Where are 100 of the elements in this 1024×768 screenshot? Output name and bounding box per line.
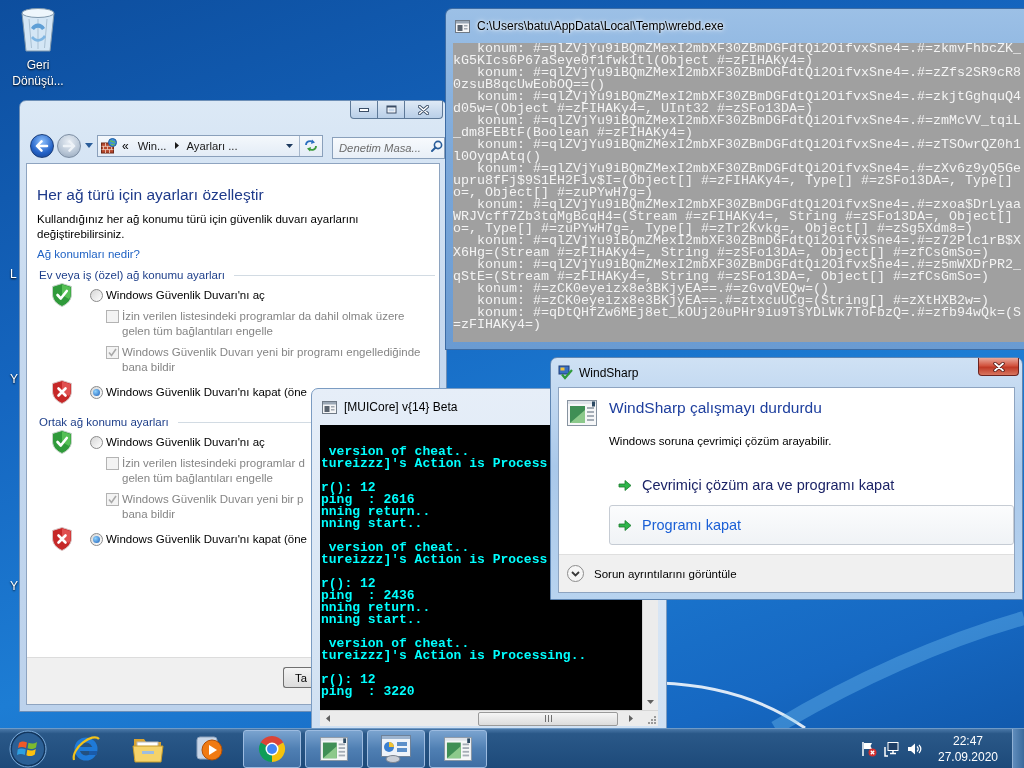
radio-button[interactable]	[90, 288, 103, 302]
console-line: nning return..	[321, 506, 431, 518]
console-line: tureizzz]'s Action is Process	[321, 458, 548, 470]
taskbar-button[interactable]	[305, 729, 363, 768]
chart-window-icon	[381, 734, 411, 763]
console-line: ping : 3220	[321, 686, 415, 698]
breadcrumb-overflow[interactable]: «	[122, 138, 129, 153]
option-label: Windows Güvenlik Duvarı'nı kapat (öne	[106, 384, 307, 400]
console-line: konum: #=zCK0eyeizx8e3BKjyEA==.#=ztxcuUCg=(String[] #=zXtHXB2w=)	[477, 295, 989, 307]
console-line: o=, Object[] #=zuPYwH7g=)	[453, 187, 653, 199]
option-label: Windows Güvenlik Duvarı'nı aç	[106, 434, 265, 450]
console-line: konum: #=qlZVjYu9iBQmZMexI2mbXF30ZBmDGFdtQi2OifvxSne4=.#=zkjtGghquQ4	[477, 91, 1021, 103]
desktop-icon-label: L	[10, 266, 17, 282]
resize-grip-icon[interactable]	[647, 715, 656, 724]
horizontal-scrollbar[interactable]	[320, 710, 642, 726]
help-link[interactable]: Ağ konumları nedir?	[37, 247, 140, 262]
left-arrow-icon[interactable]	[326, 715, 330, 722]
taskbar-button[interactable]	[367, 729, 425, 768]
right-arrow-icon[interactable]	[629, 715, 633, 722]
console-line: 0zsuB8qcUwEobOQ==()	[453, 79, 605, 91]
down-arrow-icon[interactable]	[647, 700, 654, 704]
taskbar-button[interactable]	[429, 729, 487, 768]
dialog-message: Windows soruna çevrimiçi çözüm arayabilir.	[609, 434, 833, 448]
window-title: [MUICore] v{14} Beta	[344, 399, 458, 415]
close-button[interactable]	[978, 358, 1019, 376]
maximize-icon	[385, 105, 397, 114]
console-line: version of cheat..	[328, 446, 470, 458]
back-button[interactable]	[30, 133, 54, 158]
search-field[interactable]: Denetim Masa...	[332, 136, 445, 159]
console-line: l0OyqpAtq()	[453, 151, 541, 163]
footer-button[interactable]: Ta	[283, 667, 311, 688]
refresh-arrows-icon	[304, 139, 318, 152]
console-line: version of cheat..	[328, 638, 470, 650]
close-button[interactable]	[405, 101, 443, 119]
minimize-icon	[359, 107, 369, 112]
console-line: _dm8FEBtF(Boolean #=zFIHAKy4=)	[453, 127, 693, 139]
radio-button[interactable]	[90, 532, 103, 546]
dropdown-caret-icon	[84, 143, 93, 148]
console-line: =zFIHAKy4=)	[453, 319, 541, 331]
minimize-button[interactable]	[350, 101, 378, 119]
console-line: upru8fFj$9S1EH2Fiv$I=(Object[] #=zFIHAKy4=, Type[] #=zSFo13DA=, Type[]	[453, 175, 1013, 187]
maximize-button[interactable]	[378, 101, 405, 119]
right-arrow-icon	[62, 139, 76, 152]
address-bar[interactable]: « Win... Ayarları ...	[97, 134, 323, 157]
arrow-right-icon	[618, 478, 632, 492]
console-line: ping : 2436	[321, 590, 415, 602]
speaker-icon[interactable]	[907, 741, 922, 756]
console-line: konum: #=qlZVjYu9iBQmZMexI2mbXF30ZBmDGFdtQi2OifvxSne4=.#=zmMcVV_tqiL	[477, 115, 1021, 127]
window-icon	[455, 19, 470, 33]
clock-date[interactable]: 27.09.2020	[937, 748, 999, 765]
option-label: Windows Güvenlik Duvarı yeni bir p bana bildir	[122, 492, 304, 522]
close-icon	[418, 104, 429, 115]
console-line: konum: #=qlZVjYu9iBQmZMexI2mbXF30ZBmDGFdtQi2OifvxSne4=.#=z72Plc1rB$X	[477, 235, 1021, 247]
console-line: r(): 12	[321, 578, 376, 590]
round-logo-icon	[257, 733, 287, 764]
console-line: konum: #=qlZVjYu9iBQmZMexI2mbXF30ZBmDGFdtQi2OifvxSne4=.#=zXv6z9yQ5Ge	[477, 163, 1021, 175]
console-line: konum: #=qlZVjYu9iBQmZMexI2mbXF30ZBmDGFdtQi2OifvxSne4=.#=z5mWXDrPR2_	[477, 259, 1021, 271]
console-line: konum: #=qlZVjYu9iBQmZMexI2mbXF30ZBmDGFdtQi2OifvxSne4=.#=zkmvFhbcZK_	[477, 43, 1021, 55]
flag-orb-icon	[9, 729, 47, 768]
console-line: d05w=(Object #=zFIHAKy4=, UInt32 #=zSFo13DA=)	[453, 103, 813, 115]
console-line: X6Hg=(Stream #=zFIHAKy4=, String #=zSFo13DA=, Object[] #=zfCsGmSo=)	[453, 247, 989, 259]
option-label: İzin verilen listesindeki programlar d gelen tüm bağlantıları engelle	[122, 456, 305, 486]
console-line: konum: #=qlZVjYu9iBQmZMexI2mbXF30ZBmDGFdtQi2OifvxSne4=.#=zxoa$DrLyaa	[477, 199, 1021, 211]
clock-time[interactable]: 22:47	[953, 732, 983, 749]
dropdown-caret-icon	[285, 143, 293, 148]
breadcrumb[interactable]: Ayarları ...	[186, 138, 238, 153]
console-line: version of cheat..	[328, 542, 470, 554]
console-line: tureizzz]'s Action is Processing..	[321, 650, 587, 662]
section-title: Ortak ağ konumu ayarları	[39, 415, 169, 429]
command-link[interactable]: Çevrimiçi çözüm ara ve programı kapat	[609, 465, 1014, 505]
flag-x-icon[interactable]	[861, 740, 877, 757]
dialog-title: WindSharp	[579, 364, 639, 381]
console-line: o=, Type[] #=zuPYwH7g=, Type[] #=zTr2Kvkg=, Object[] #=zSg5Xdm8=)	[453, 223, 973, 235]
radio-button[interactable]	[90, 435, 103, 449]
details-toggle[interactable]: Sorun ayrıntılarını görüntüle	[567, 565, 737, 582]
taskbar-button[interactable]	[243, 729, 301, 768]
console-line: r(): 12	[321, 674, 376, 686]
checkmark-icon	[108, 495, 117, 504]
radio-button[interactable]	[90, 385, 103, 399]
option-label: Windows Güvenlik Duvarı'nı aç	[106, 287, 265, 303]
left-arrow-icon	[35, 139, 49, 152]
console-line: konum: #=qlZVjYu9iBQmZMexI2mbXF30ZBmDGFdtQi2OifvxSne4=.#=zZfs2SR9cR8	[477, 67, 1021, 79]
app-window-icon	[567, 400, 597, 426]
option-label: Windows Güvenlik Duvarı'nı kapat (öne	[106, 531, 307, 547]
breadcrumb[interactable]: Win...	[137, 138, 167, 153]
search-icon[interactable]	[431, 139, 443, 152]
option-label: Windows Güvenlik Duvarı yeni bir programı engellediğinde bana bildir	[122, 345, 421, 375]
network-icon[interactable]	[884, 740, 900, 757]
console-line: ping : 2616	[321, 494, 415, 506]
console-line: r(): 12	[321, 482, 376, 494]
console-line: WRJVcff7Zb3tqMgBcqH4=(Stream #=zFIHAKy4=, String #=zSFo13DA=, Object[]	[453, 211, 1013, 223]
scrollbar-thumb[interactable]	[478, 711, 618, 726]
console-line: konum: #=qlZVjYu9iBQmZMexI2mbXF30ZBmDGFdtQi2OifvxSne4=.#=zTSOwrQZ0h1	[477, 139, 1021, 151]
show-desktop-button[interactable]	[1012, 728, 1024, 768]
recycle-bin-icon[interactable]	[18, 6, 58, 52]
app-window-icon	[320, 736, 348, 761]
checkmark-icon	[108, 348, 117, 357]
brick-wall-globe-icon	[101, 137, 117, 154]
dialog-heading: WindSharp çalışmayı durdurdu	[609, 398, 823, 418]
command-link[interactable]: Programı kapat	[609, 505, 1014, 545]
